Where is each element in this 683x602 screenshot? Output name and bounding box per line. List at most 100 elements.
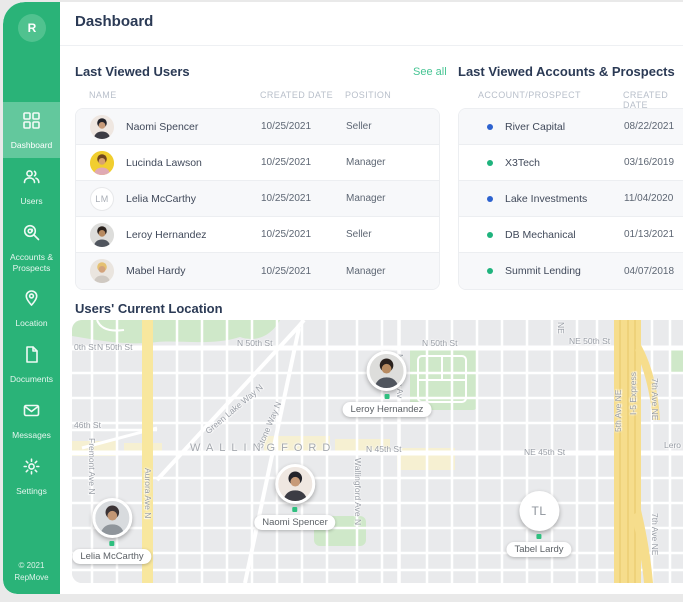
accounts-search-icon bbox=[22, 223, 41, 247]
avatar-initials: TL bbox=[519, 491, 559, 531]
marker-dot bbox=[292, 507, 297, 512]
marker-label: Leroy Hernandez bbox=[343, 402, 432, 417]
street-label: 7th Ave NE bbox=[650, 378, 660, 420]
sidebar: R Dashboard Users Accounts & Prospects bbox=[3, 2, 60, 594]
column-header-account-prospect: ACCOUNT/PROSPECT bbox=[478, 90, 581, 100]
table-row[interactable]: River Capital 08/22/2021 bbox=[459, 109, 683, 145]
account-created-date: 11/04/2020 bbox=[624, 193, 673, 204]
account-type-dot bbox=[487, 268, 493, 274]
user-name: Lelia McCarthy bbox=[126, 193, 196, 205]
repmove-logo[interactable]: R bbox=[18, 14, 46, 42]
avatar bbox=[90, 151, 114, 175]
gear-icon bbox=[22, 457, 41, 481]
account-created-date: 04/07/2018 bbox=[624, 266, 674, 277]
table-row[interactable]: Lake Investments 11/04/2020 bbox=[459, 181, 683, 217]
account-name: DB Mechanical bbox=[505, 229, 576, 241]
user-name: Naomi Spencer bbox=[126, 121, 198, 133]
sidebar-item-settings[interactable]: Settings bbox=[3, 448, 60, 504]
user-position: Seller bbox=[346, 229, 372, 240]
table-row[interactable]: Summit Lending 04/07/2018 bbox=[459, 253, 683, 289]
street-label: N 50th St bbox=[422, 338, 457, 348]
marker-dot bbox=[537, 534, 542, 539]
avatar-initials: LM bbox=[90, 187, 114, 211]
column-header-created-date: CREATED DATE bbox=[623, 90, 683, 110]
sidebar-item-dashboard[interactable]: Dashboard bbox=[3, 102, 60, 158]
account-name: Summit Lending bbox=[505, 265, 581, 277]
table-row[interactable]: DB Mechanical 01/13/2021 bbox=[459, 217, 683, 253]
users-icon bbox=[22, 167, 41, 191]
user-name: Leroy Hernandez bbox=[126, 229, 207, 241]
street-label: 7th Ave NE bbox=[650, 513, 660, 555]
users-table: Naomi Spencer 10/25/2021 Seller Lucinda … bbox=[75, 108, 440, 290]
account-name: River Capital bbox=[505, 121, 565, 133]
sidebar-nav: Dashboard Users Accounts & Prospects Loc… bbox=[3, 102, 60, 504]
map-marker-leroy[interactable]: Leroy Hernandez bbox=[343, 351, 432, 417]
table-row[interactable]: Mabel Hardy 10/25/2021 Manager bbox=[76, 253, 439, 289]
street-label: NE 45th St bbox=[524, 447, 565, 457]
marker-dot bbox=[109, 541, 114, 546]
map-marker-tabel[interactable]: TL Tabel Lardy bbox=[506, 491, 571, 557]
sidebar-item-users[interactable]: Users bbox=[3, 158, 60, 214]
street-label: 46th St bbox=[74, 420, 101, 430]
account-type-dot bbox=[487, 124, 493, 130]
account-created-date: 01/13/2021 bbox=[624, 229, 674, 240]
avatar bbox=[367, 351, 407, 391]
marker-label: Lelia McCarthy bbox=[72, 549, 151, 564]
sidebar-item-label: Users bbox=[20, 196, 42, 207]
user-created-date: 10/25/2021 bbox=[261, 229, 311, 240]
street-label: N 50th St bbox=[97, 342, 132, 352]
street-label: 0th St bbox=[74, 342, 96, 352]
user-created-date: 10/25/2021 bbox=[261, 157, 311, 168]
highway-label: I-5 Express bbox=[628, 372, 638, 415]
table-row[interactable]: Naomi Spencer 10/25/2021 Seller bbox=[76, 109, 439, 145]
column-header-created-date: CREATED DATE bbox=[260, 90, 333, 100]
street-label: Wallingford Ave N bbox=[353, 458, 363, 525]
user-name: Lucinda Lawson bbox=[126, 157, 202, 169]
sidebar-copyright: © 2021 RepMove bbox=[3, 560, 60, 584]
user-name: Mabel Hardy bbox=[126, 265, 186, 277]
sidebar-item-documents[interactable]: Documents bbox=[3, 336, 60, 392]
avatar bbox=[90, 259, 114, 283]
avatar bbox=[275, 464, 315, 504]
account-type-dot bbox=[487, 160, 493, 166]
sidebar-item-label: Location bbox=[15, 318, 47, 329]
envelope-icon bbox=[22, 401, 41, 425]
sidebar-item-label: Settings bbox=[16, 486, 47, 497]
header-divider bbox=[60, 45, 683, 46]
user-position: Manager bbox=[346, 157, 385, 168]
users-location-map[interactable]: 0th St N 50th St N 50th St N 50th St NE … bbox=[72, 320, 683, 583]
account-type-dot bbox=[487, 196, 493, 202]
marker-label: Naomi Spencer bbox=[254, 515, 335, 530]
street-label: Fremont Ave N bbox=[87, 438, 97, 495]
avatar bbox=[90, 223, 114, 247]
account-name: Lake Investments bbox=[505, 193, 587, 205]
sidebar-item-location[interactable]: Location bbox=[3, 280, 60, 336]
table-row[interactable]: LM Lelia McCarthy 10/25/2021 Manager bbox=[76, 181, 439, 217]
marker-label: Tabel Lardy bbox=[506, 542, 571, 557]
avatar bbox=[92, 498, 132, 538]
accounts-panel-title: Last Viewed Accounts & Prospects bbox=[458, 64, 675, 79]
street-label: Lero bbox=[664, 440, 681, 450]
map-marker-naomi[interactable]: Naomi Spencer bbox=[254, 464, 335, 530]
page-title: Dashboard bbox=[75, 13, 153, 30]
account-name: X3Tech bbox=[505, 157, 540, 169]
table-row[interactable]: X3Tech 03/16/2019 bbox=[459, 145, 683, 181]
user-position: Manager bbox=[346, 193, 385, 204]
sidebar-item-label: Accounts & Prospects bbox=[6, 252, 58, 273]
user-position: Manager bbox=[346, 266, 385, 277]
see-all-link[interactable]: See all bbox=[413, 66, 447, 78]
street-label: 5th Ave NE bbox=[613, 390, 623, 432]
document-icon bbox=[22, 345, 41, 369]
street-label: N 50th St bbox=[237, 338, 272, 348]
sidebar-item-messages[interactable]: Messages bbox=[3, 392, 60, 448]
account-created-date: 08/22/2021 bbox=[624, 121, 674, 132]
street-label: N 45th St bbox=[366, 444, 401, 454]
table-row[interactable]: Leroy Hernandez 10/25/2021 Seller bbox=[76, 217, 439, 253]
table-row[interactable]: Lucinda Lawson 10/25/2021 Manager bbox=[76, 145, 439, 181]
user-position: Seller bbox=[346, 121, 372, 132]
map-marker-lelia[interactable]: Lelia McCarthy bbox=[72, 498, 151, 564]
main-content: Dashboard Last Viewed Users See all NAME… bbox=[60, 2, 683, 594]
sidebar-item-accounts-prospects[interactable]: Accounts & Prospects bbox=[3, 214, 60, 280]
dashboard-grid-icon bbox=[22, 111, 41, 135]
account-created-date: 03/16/2019 bbox=[624, 157, 674, 168]
